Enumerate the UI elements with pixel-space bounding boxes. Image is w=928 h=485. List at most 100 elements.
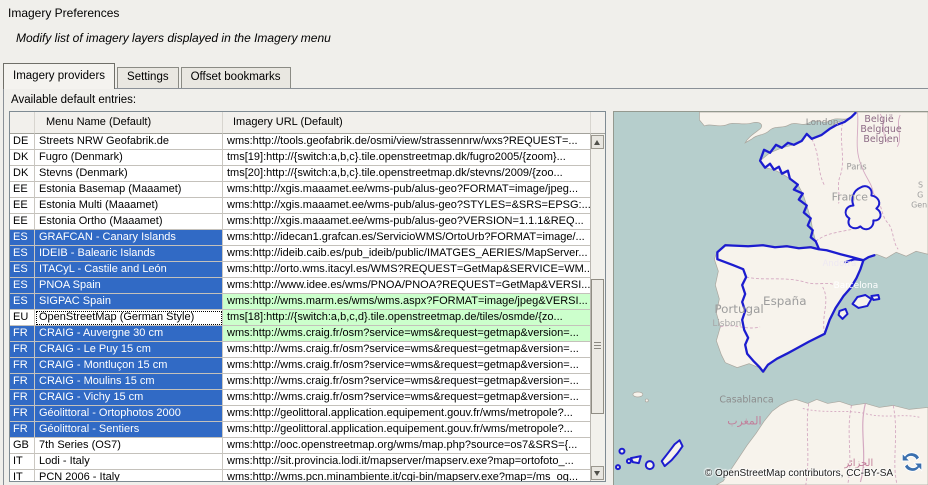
table-row[interactable]: EEEstonia Basemap (Maaamet)wms:http://xg… [10, 182, 591, 198]
cell-country-code[interactable]: FR [10, 406, 35, 422]
cell-country-code[interactable]: ES [10, 262, 35, 278]
cell-country-code[interactable]: EE [10, 198, 35, 214]
table-row[interactable]: GB7th Series (OS7)wms:http://ooc.openstr… [10, 438, 591, 454]
cell-menu-name[interactable]: CRAIG - Vichy 15 cm [35, 390, 223, 406]
cell-country-code[interactable]: IT [10, 470, 35, 481]
cell-imagery-url[interactable]: wms:http://xgis.maaamet.ee/wms-pub/alus-… [223, 182, 591, 198]
tab-offset-bookmarks[interactable]: Offset bookmarks [181, 67, 291, 88]
cell-imagery-url[interactable]: wms:http://wms.marm.es/wms/wms.aspx?FORM… [223, 294, 591, 310]
table-row[interactable]: FRCRAIG - Vichy 15 cmwms:http://wms.crai… [10, 390, 591, 406]
cell-menu-name[interactable]: CRAIG - Auvergne 30 cm [35, 326, 223, 342]
table-row[interactable]: FRCRAIG - Montluçon 15 cmwms:http://wms.… [10, 358, 591, 374]
cell-imagery-url[interactable]: wms:http://wms.craig.fr/osm?service=wms&… [223, 326, 591, 342]
table-row[interactable]: DKFugro (Denmark)tms[19]:http://{switch:… [10, 150, 591, 166]
cell-country-code[interactable]: DK [10, 150, 35, 166]
cell-imagery-url[interactable]: wms:http://idecan1.grafcan.es/ServicioWM… [223, 230, 591, 246]
cell-menu-name[interactable]: Géolittoral - Sentiers [35, 422, 223, 438]
cell-menu-name[interactable]: PCN 2006 - Italy [35, 470, 223, 481]
cell-country-code[interactable]: EU [10, 310, 35, 326]
cell-menu-name[interactable]: Lodi - Italy [35, 454, 223, 470]
cell-imagery-url[interactable]: wms:http://ooc.openstreetmap.org/wms/map… [223, 438, 591, 454]
cell-imagery-url[interactable]: wms:http://wms.craig.fr/osm?service=wms&… [223, 358, 591, 374]
cell-country-code[interactable]: EE [10, 214, 35, 230]
cell-menu-name[interactable]: CRAIG - Le Puy 15 cm [35, 342, 223, 358]
cell-menu-name[interactable]: CRAIG - Moulins 15 cm [35, 374, 223, 390]
cell-imagery-url[interactable]: wms:http://orto.wms.itacyl.es/WMS?REQUES… [223, 262, 591, 278]
cell-imagery-url[interactable]: wms:http://wms.pcn.minambiente.it/cgi-bi… [223, 470, 591, 481]
cell-imagery-url[interactable]: wms:http://www.idee.es/wms/PNOA/PNOA?REQ… [223, 278, 591, 294]
table-row[interactable]: FRGéolittoral - Ortophotos 2000wms:http:… [10, 406, 591, 422]
cell-menu-name[interactable]: SIGPAC Spain [35, 294, 223, 310]
cell-menu-name[interactable]: IDEIB - Balearic Islands [35, 246, 223, 262]
cell-menu-name[interactable]: Géolittoral - Ortophotos 2000 [35, 406, 223, 422]
table-row[interactable]: DEStreets NRW Geofabrik.dewms:http://too… [10, 134, 591, 150]
cell-imagery-url[interactable]: wms:http://wms.craig.fr/osm?service=wms&… [223, 390, 591, 406]
cell-imagery-url[interactable]: wms:http://geolittoral.application.equip… [223, 422, 591, 438]
cell-country-code[interactable]: DE [10, 134, 35, 150]
table-row[interactable]: ESSIGPAC Spainwms:http://wms.marm.es/wms… [10, 294, 591, 310]
table-row[interactable]: ESPNOA Spainwms:http://www.idee.es/wms/P… [10, 278, 591, 294]
cell-country-code[interactable]: FR [10, 326, 35, 342]
cell-imagery-url[interactable]: wms:http://geolittoral.application.equip… [223, 406, 591, 422]
cell-imagery-url[interactable]: wms:http://wms.craig.fr/osm?service=wms&… [223, 342, 591, 358]
cell-imagery-url[interactable]: tms[18]:http://{switch:a,b,c,d}.tile.ope… [223, 310, 591, 326]
cell-country-code[interactable]: FR [10, 342, 35, 358]
cell-imagery-url[interactable]: tms[19]:http://{switch:a,b,c}.tile.opens… [223, 150, 591, 166]
cell-imagery-url[interactable]: wms:http://xgis.maaamet.ee/wms-pub/alus-… [223, 214, 591, 230]
table-row[interactable]: ITLodi - Italywms:http://sit.provincia.l… [10, 454, 591, 470]
cell-menu-name[interactable]: OpenStreetMap (German Style) [35, 310, 223, 326]
tab-imagery-providers[interactable]: Imagery providers [3, 63, 115, 89]
tab-settings[interactable]: Settings [117, 67, 179, 88]
cell-country-code[interactable]: FR [10, 390, 35, 406]
cell-menu-name[interactable]: PNOA Spain [35, 278, 223, 294]
table-row[interactable]: EUOpenStreetMap (German Style)tms[18]:ht… [10, 310, 591, 326]
table-row[interactable]: ITPCN 2006 - Italywms:http://wms.pcn.min… [10, 470, 591, 481]
cell-imagery-url[interactable]: wms:http://sit.provincia.lodi.it/mapserv… [223, 454, 591, 470]
table-row[interactable]: ESIDEIB - Balearic Islandswms:http://ide… [10, 246, 591, 262]
scroll-down-button[interactable] [591, 466, 604, 480]
cell-imagery-url[interactable]: wms:http://xgis.maaamet.ee/wms-pub/alus-… [223, 198, 591, 214]
refresh-icon[interactable] [899, 449, 925, 475]
cell-country-code[interactable]: ES [10, 294, 35, 310]
cell-menu-name[interactable]: Estonia Ortho (Maaamet) [35, 214, 223, 230]
column-header-code[interactable] [10, 112, 35, 134]
cell-country-code[interactable]: FR [10, 422, 35, 438]
table-row[interactable]: FRCRAIG - Moulins 15 cmwms:http://wms.cr… [10, 374, 591, 390]
vertical-scrollbar[interactable] [590, 134, 605, 481]
cell-menu-name[interactable]: ITACyL - Castile and León [35, 262, 223, 278]
cell-menu-name[interactable]: 7th Series (OS7) [35, 438, 223, 454]
table-row[interactable]: FRCRAIG - Auvergne 30 cmwms:http://wms.c… [10, 326, 591, 342]
cell-menu-name[interactable]: Estonia Basemap (Maaamet) [35, 182, 223, 198]
cell-country-code[interactable]: IT [10, 454, 35, 470]
cell-imagery-url[interactable]: wms:http://ideib.caib.es/pub_ideib/publi… [223, 246, 591, 262]
cell-country-code[interactable]: FR [10, 374, 35, 390]
table-row[interactable]: EEEstonia Multi (Maaamet)wms:http://xgis… [10, 198, 591, 214]
cell-country-code[interactable]: ES [10, 278, 35, 294]
cell-country-code[interactable]: EE [10, 182, 35, 198]
cell-imagery-url[interactable]: wms:http://tools.geofabrik.de/osmi/view/… [223, 134, 591, 150]
cell-imagery-url[interactable]: wms:http://wms.craig.fr/osm?service=wms&… [223, 374, 591, 390]
cell-country-code[interactable]: FR [10, 358, 35, 374]
table-row[interactable]: DKStevns (Denmark)tms[20]:http://{switch… [10, 166, 591, 182]
scroll-up-button[interactable] [591, 135, 604, 149]
cell-menu-name[interactable]: Fugro (Denmark) [35, 150, 223, 166]
cell-country-code[interactable]: ES [10, 230, 35, 246]
column-header-menu-name[interactable]: Menu Name (Default) [35, 112, 223, 134]
cell-country-code[interactable]: ES [10, 246, 35, 262]
map-preview[interactable]: LondonBelgiëBelgiqueBelgienParisFranceSG… [613, 111, 928, 485]
cell-menu-name[interactable]: Stevns (Denmark) [35, 166, 223, 182]
cell-menu-name[interactable]: GRAFCAN - Canary Islands [35, 230, 223, 246]
table-row[interactable]: FRGéolittoral - Sentierswms:http://geoli… [10, 422, 591, 438]
table-row[interactable]: ESITACyL - Castile and Leónwms:http://or… [10, 262, 591, 278]
column-header-imagery-url[interactable]: Imagery URL (Default) [223, 112, 591, 134]
scrollbar-thumb[interactable] [591, 279, 604, 414]
cell-menu-name[interactable]: CRAIG - Montluçon 15 cm [35, 358, 223, 374]
table-row[interactable]: ESGRAFCAN - Canary Islandswms:http://ide… [10, 230, 591, 246]
cell-country-code[interactable]: DK [10, 166, 35, 182]
table-row[interactable]: EEEstonia Ortho (Maaamet)wms:http://xgis… [10, 214, 591, 230]
cell-country-code[interactable]: GB [10, 438, 35, 454]
table-row[interactable]: FRCRAIG - Le Puy 15 cmwms:http://wms.cra… [10, 342, 591, 358]
cell-menu-name[interactable]: Streets NRW Geofabrik.de [35, 134, 223, 150]
cell-imagery-url[interactable]: tms[20]:http://{switch:a,b,c}.tile.opens… [223, 166, 591, 182]
cell-menu-name[interactable]: Estonia Multi (Maaamet) [35, 198, 223, 214]
